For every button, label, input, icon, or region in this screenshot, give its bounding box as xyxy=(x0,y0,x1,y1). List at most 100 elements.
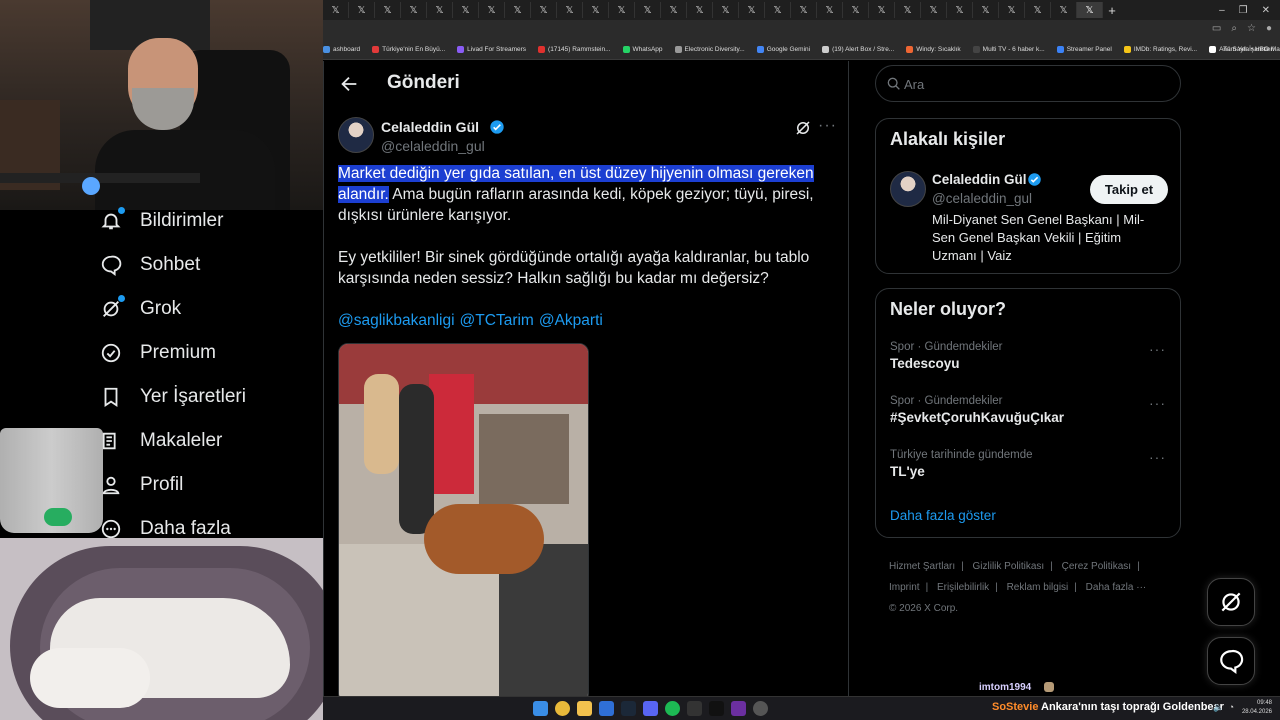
browser-tab[interactable]: 𝕏 xyxy=(869,2,895,18)
browser-tab[interactable]: 𝕏 xyxy=(505,2,531,18)
browser-tab[interactable]: 𝕏 xyxy=(401,2,427,18)
avatar[interactable] xyxy=(338,117,374,153)
restore-icon[interactable]: ❐ xyxy=(1239,5,1248,16)
nav-item-bell[interactable]: Bildirimler xyxy=(100,206,223,236)
bookmark-item[interactable]: (19) Alert Box / Stre... xyxy=(822,46,894,53)
avatar[interactable] xyxy=(890,171,926,207)
trend-item[interactable]: Spor · Gündemdekiler Tedescoyu ··· xyxy=(890,341,1172,381)
bookmark-item[interactable]: WhatsApp xyxy=(622,46,663,53)
browser-tab[interactable]: 𝕏 xyxy=(609,2,635,18)
epic-icon[interactable] xyxy=(687,701,702,716)
browser-tab[interactable]: 𝕏 xyxy=(453,2,479,18)
search-box[interactable] xyxy=(875,65,1181,102)
browser-tab[interactable]: 𝕏 xyxy=(791,2,817,18)
browser-tab[interactable]: 𝕏 xyxy=(1077,2,1103,18)
footer-link[interactable]: Gizlilik Politikası xyxy=(973,561,1045,572)
nav-item-profile[interactable]: Profil xyxy=(100,470,183,500)
browser-tab[interactable]: 𝕏 xyxy=(1025,2,1051,18)
messages-button[interactable] xyxy=(1207,637,1255,685)
bookmark-item[interactable]: Electronic Diversity... xyxy=(674,46,745,53)
grok-icon[interactable] xyxy=(794,119,812,137)
browser-tab[interactable]: 𝕏 xyxy=(323,2,349,18)
browser-tab[interactable]: 𝕏 xyxy=(583,2,609,18)
app-icon[interactable] xyxy=(709,701,724,716)
nav-item-premium-badge[interactable]: Premium xyxy=(100,338,216,368)
obs-icon[interactable] xyxy=(753,701,768,716)
search-input[interactable] xyxy=(904,73,1164,95)
back-arrow-icon[interactable] xyxy=(338,73,360,95)
discord-icon[interactable] xyxy=(643,701,658,716)
trend-item[interactable]: Türkiye tarihinde gündemde TL'ye ··· xyxy=(890,449,1172,489)
cast-icon[interactable]: ▭ xyxy=(1212,23,1221,34)
browser-tab[interactable]: 𝕏 xyxy=(349,2,375,18)
folder-icon[interactable] xyxy=(577,701,592,716)
nav-item-article[interactable]: Makaleler xyxy=(100,426,222,456)
related-handle[interactable]: @celaleddin_gul xyxy=(932,191,1032,206)
browser-tab[interactable]: 𝕏 xyxy=(557,2,583,18)
browser-tab[interactable]: 𝕏 xyxy=(635,2,661,18)
system-tray[interactable]: 🔈 ◔ xyxy=(1213,702,1234,713)
mention-link[interactable]: @TCTarim xyxy=(460,312,534,329)
star-icon[interactable]: ☆ xyxy=(1247,23,1256,34)
trend-item[interactable]: Spor · Gündemdekiler #ŞevketÇoruhKavuğuÇ… xyxy=(890,395,1172,435)
browser-tab[interactable]: 𝕏 xyxy=(895,2,921,18)
nav-item-bookmark[interactable]: Yer İşaretleri xyxy=(100,382,246,412)
nav-item-chat-bubble[interactable]: Sohbet xyxy=(100,250,200,280)
all-bookmarks-button[interactable]: Tüm Yer İşaretleri xyxy=(1223,46,1274,53)
browser-tab[interactable]: 𝕏 xyxy=(765,2,791,18)
show-more-link[interactable]: Daha fazla göster xyxy=(890,508,996,523)
browser-tab[interactable]: 𝕏 xyxy=(843,2,869,18)
more-options-icon[interactable]: ··· xyxy=(1149,395,1166,411)
mention-link[interactable]: @Akparti xyxy=(539,312,603,329)
start-icon[interactable] xyxy=(533,701,548,716)
minimize-icon[interactable]: – xyxy=(1219,5,1225,16)
nav-item-grok[interactable]: Grok xyxy=(100,294,181,324)
browser-tab[interactable]: 𝕏 xyxy=(375,2,401,18)
browser-tab[interactable]: 𝕏 xyxy=(661,2,687,18)
grok-button[interactable] xyxy=(1207,578,1255,626)
twitch-icon[interactable] xyxy=(731,701,746,716)
bookmark-item[interactable]: Streamer Panel xyxy=(1056,46,1112,53)
profile-icon[interactable]: ● xyxy=(1266,23,1272,34)
browser-tab[interactable]: 𝕏 xyxy=(687,2,713,18)
browser-tab[interactable]: 𝕏 xyxy=(817,2,843,18)
new-tab-button[interactable]: + xyxy=(1103,3,1121,18)
clock[interactable]: 09:48 28.04.2026 xyxy=(1242,699,1272,717)
more-options-icon[interactable]: ··· xyxy=(1149,341,1166,357)
more-options-icon[interactable]: ··· xyxy=(1149,449,1166,465)
zoom-icon[interactable]: ⌕ xyxy=(1231,23,1237,34)
browser-tab[interactable]: 𝕏 xyxy=(713,2,739,18)
bookmark-item[interactable]: ashboard xyxy=(323,46,360,53)
bookmark-item[interactable]: Windy: Sıcaklık xyxy=(906,46,961,53)
follow-button[interactable]: Takip et xyxy=(1090,175,1168,204)
more-options-icon[interactable]: ··· xyxy=(818,117,836,135)
footer-link[interactable]: Imprint xyxy=(889,582,920,593)
chrome-icon[interactable] xyxy=(555,701,570,716)
bookmark-item[interactable]: Multi TV - 6 haber k... xyxy=(972,46,1045,53)
bookmark-item[interactable]: (17145) Rammstein... xyxy=(538,46,611,53)
bookmark-item[interactable]: IMDb: Ratings, Revi... xyxy=(1123,46,1197,53)
post-video[interactable] xyxy=(338,343,589,696)
browser-tab[interactable]: 𝕏 xyxy=(999,2,1025,18)
spotify-icon[interactable] xyxy=(665,701,680,716)
steam-icon[interactable] xyxy=(621,701,636,716)
browser-tab[interactable]: 𝕏 xyxy=(1051,2,1077,18)
bookmark-item[interactable]: Livad For Streamers xyxy=(457,46,526,53)
author-handle[interactable]: @celaleddin_gul xyxy=(381,138,485,154)
bookmark-item[interactable]: Türkiye'nin En Büyü... xyxy=(372,46,445,53)
close-icon[interactable]: ✕ xyxy=(1262,5,1270,16)
browser-tab[interactable]: 𝕏 xyxy=(947,2,973,18)
browser-tab[interactable]: 𝕏 xyxy=(739,2,765,18)
browser-tab[interactable]: 𝕏 xyxy=(427,2,453,18)
browser-tab[interactable]: 𝕏 xyxy=(921,2,947,18)
footer-link[interactable]: Erişilebilirlik xyxy=(937,582,989,593)
browser-tab[interactable]: 𝕏 xyxy=(531,2,557,18)
author-name[interactable]: Celaleddin Gül xyxy=(381,119,479,135)
outlook-icon[interactable] xyxy=(599,701,614,716)
footer-link[interactable]: Çerez Politikası xyxy=(1062,561,1131,572)
mention-link[interactable]: @saglikbakanligi xyxy=(338,312,455,329)
footer-link[interactable]: Daha fazla ··· xyxy=(1086,582,1147,593)
related-name[interactable]: Celaleddin Gül xyxy=(932,172,1027,187)
browser-tab[interactable]: 𝕏 xyxy=(973,2,999,18)
footer-link[interactable]: Hizmet Şartları xyxy=(889,561,955,572)
